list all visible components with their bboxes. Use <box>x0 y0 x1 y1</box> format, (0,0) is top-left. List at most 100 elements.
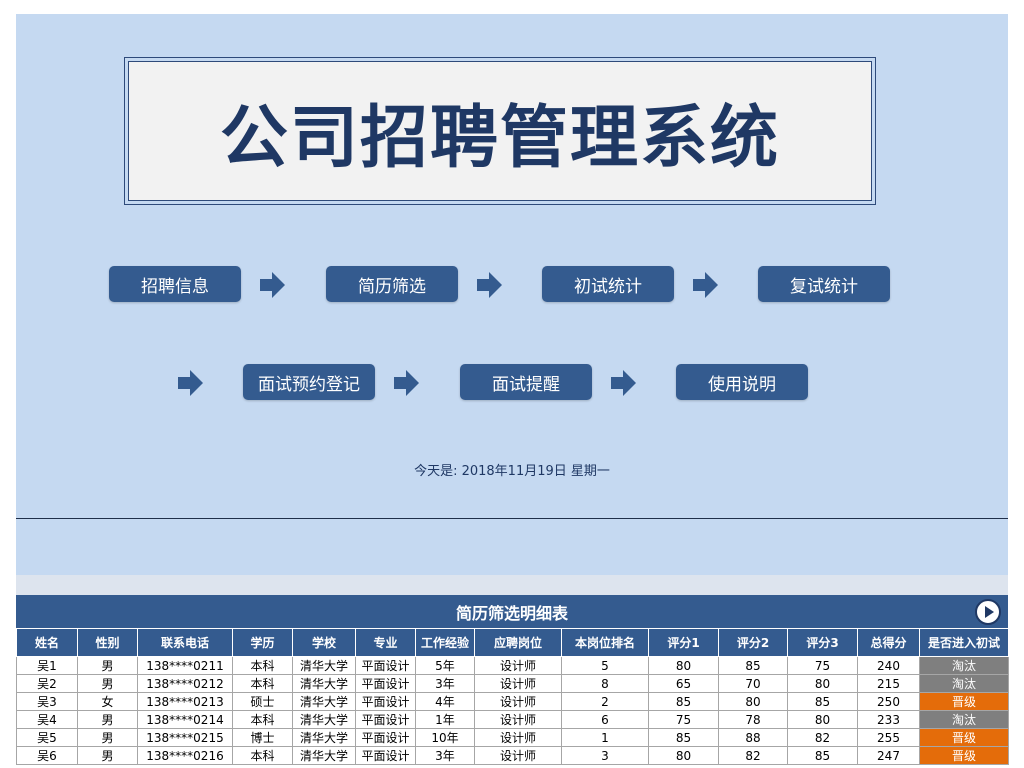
table-title: 简历筛选明细表 <box>455 603 568 623</box>
table-cell: 平面设计 <box>355 674 416 693</box>
table-cell: 80 <box>787 710 858 729</box>
table-cell: 255 <box>857 728 920 747</box>
table-cell: 吴1 <box>16 656 78 675</box>
table-cell: 82 <box>787 728 858 747</box>
nav-button-second-interview-stats[interactable]: 复试统计 <box>758 266 890 302</box>
right-arrow-icon <box>477 272 502 298</box>
gap-strip <box>16 575 1008 595</box>
table-header-row: 姓名 性别 联系电话 学历 学校 专业 工作经验 应聘岗位 本岗位排名 评分1 评分2 评分3 总得分是… <box>16 628 1009 657</box>
table-cell: 平面设计 <box>355 656 416 675</box>
table-cell: 吴4 <box>16 710 78 729</box>
table-cell: 3 <box>561 746 649 765</box>
table-row[interactable]: 吴5 男 138****0215 博士 清华大学 平面设计 10年 设计师 1 85 88 82 255… <box>16 728 1009 747</box>
table-cell: 清华大学 <box>292 656 356 675</box>
table-cell: 硕士 <box>232 692 293 711</box>
table-cell: 清华大学 <box>292 746 356 765</box>
table-cell: 78 <box>718 710 788 729</box>
table-cell: 平面设计 <box>355 710 416 729</box>
nav-button-interview-reminder[interactable]: 面试提醒 <box>460 364 592 400</box>
table-cell: 215 <box>857 674 920 693</box>
nav-button-instructions[interactable]: 使用说明 <box>676 364 808 400</box>
table-cell: 女 <box>77 692 138 711</box>
table-cell: 平面设计 <box>355 728 416 747</box>
table-cell: 65 <box>648 674 719 693</box>
title-inner: 公司招聘管理系统 <box>128 61 872 201</box>
table-cell: 85 <box>718 656 788 675</box>
table-cell: 6 <box>561 710 649 729</box>
table-cell: 88 <box>718 728 788 747</box>
table-row[interactable]: 吴2 男 138****0212 本科 清华大学 平面设计 3年 设计师 8 65 70 80 215 淘… <box>16 674 1009 693</box>
left-gutter <box>0 14 16 768</box>
nav-button-interview-booking[interactable]: 面试预约登记 <box>243 364 375 400</box>
table-title-bar: 简历筛选明细表 <box>16 595 1008 628</box>
table-row[interactable]: 吴6 男 138****0216 本科 清华大学 平面设计 3年 设计师 3 80 82 85 247 晋… <box>16 746 1009 765</box>
table-cell: 4年 <box>415 692 475 711</box>
table-cell: 138****0213 <box>137 692 233 711</box>
table-cell: 233 <box>857 710 920 729</box>
table-cell: 男 <box>77 710 138 729</box>
column-header: 是否进入初试 <box>919 628 1009 657</box>
table-cell: 85 <box>787 746 858 765</box>
column-header: 应聘岗位 <box>474 628 562 657</box>
table-cell: 清华大学 <box>292 674 356 693</box>
table-cell: 138****0211 <box>137 656 233 675</box>
table-cell: 男 <box>77 656 138 675</box>
table-cell: 3年 <box>415 746 475 765</box>
table-cell: 2 <box>561 692 649 711</box>
table-cell: 吴3 <box>16 692 78 711</box>
status-badge: 晋级 <box>919 692 1009 711</box>
column-header: 评分3 <box>787 628 858 657</box>
table-cell: 男 <box>77 728 138 747</box>
table-cell: 80 <box>718 692 788 711</box>
column-header: 专业 <box>355 628 416 657</box>
column-header: 工作经验 <box>415 628 475 657</box>
table-row[interactable]: 吴1 男 138****0211 本科 清华大学 平面设计 5年 设计师 5 80 85 75 240 淘… <box>16 656 1009 675</box>
table-cell: 本科 <box>232 746 293 765</box>
date-display: 今天是: 2018年11月19日 星期一 <box>414 464 610 479</box>
table-cell: 8 <box>561 674 649 693</box>
table-cell: 吴6 <box>16 746 78 765</box>
resume-table-section: 简历筛选明细表 姓名 性别 联系电话 学历 学校 专业 工作经验 应聘岗位 本岗位排名 评分1 评分… <box>16 595 1009 765</box>
right-arrow-icon <box>693 272 718 298</box>
top-strip <box>0 0 1024 14</box>
column-header: 本岗位排名 <box>561 628 649 657</box>
table-cell: 清华大学 <box>292 692 356 711</box>
page-title: 公司招聘管理系统 <box>219 98 780 178</box>
play-circle-icon[interactable] <box>974 598 1002 626</box>
table-cell: 男 <box>77 746 138 765</box>
column-header: 学校 <box>292 628 356 657</box>
nav-button-recruit-info[interactable]: 招聘信息 <box>109 266 241 302</box>
table-cell: 138****0212 <box>137 674 233 693</box>
table-cell: 吴2 <box>16 674 78 693</box>
table-cell: 70 <box>718 674 788 693</box>
column-header: 性别 <box>77 628 138 657</box>
table-cell: 1年 <box>415 710 475 729</box>
table-cell: 1 <box>561 728 649 747</box>
table-cell: 吴5 <box>16 728 78 747</box>
table-cell: 75 <box>648 710 719 729</box>
table-cell: 设计师 <box>474 692 562 711</box>
dashboard-panel: 公司招聘管理系统 招聘信息 简历筛选 初试统计 复试统计 面试预约登记 面试提醒… <box>16 14 1008 575</box>
table-cell: 82 <box>718 746 788 765</box>
table-cell: 85 <box>787 692 858 711</box>
table-row[interactable]: 吴3 女 138****0213 硕士 清华大学 平面设计 4年 设计师 2 85 80 85 250 晋… <box>16 692 1009 711</box>
status-badge: 淘汰 <box>919 710 1009 729</box>
right-arrow-icon <box>260 272 285 298</box>
table-cell: 5 <box>561 656 649 675</box>
table-cell: 设计师 <box>474 674 562 693</box>
table-cell: 80 <box>787 674 858 693</box>
status-badge: 淘汰 <box>919 674 1009 693</box>
table-cell: 5年 <box>415 656 475 675</box>
table-row[interactable]: 吴4 男 138****0214 本科 清华大学 平面设计 1年 设计师 6 75 78 80 233 淘… <box>16 710 1009 729</box>
column-header: 学历 <box>232 628 293 657</box>
table-cell: 240 <box>857 656 920 675</box>
table-cell: 设计师 <box>474 710 562 729</box>
right-gutter <box>1008 14 1024 768</box>
column-header: 评分1 <box>648 628 719 657</box>
table-cell: 清华大学 <box>292 728 356 747</box>
nav-button-resume-screening[interactable]: 简历筛选 <box>326 266 458 302</box>
nav-button-first-interview-stats[interactable]: 初试统计 <box>542 266 674 302</box>
title-box: 公司招聘管理系统 <box>124 57 876 205</box>
table-cell: 本科 <box>232 710 293 729</box>
table-cell: 138****0215 <box>137 728 233 747</box>
